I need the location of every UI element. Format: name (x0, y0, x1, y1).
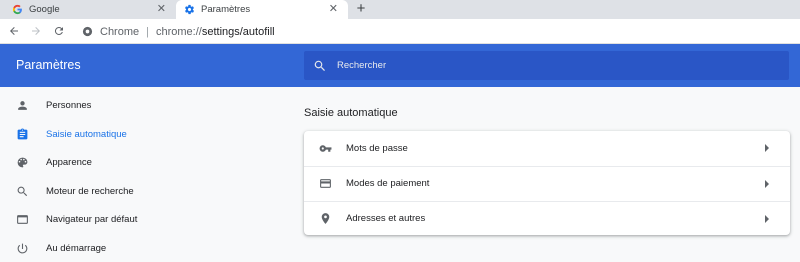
row-modes-de-paiement[interactable]: Modes de paiement (304, 166, 790, 200)
google-g-icon (12, 4, 23, 15)
new-tab-button[interactable]: + (353, 0, 369, 19)
settings-search-input[interactable]: Rechercher (304, 51, 789, 80)
chevron-right-icon (764, 214, 770, 223)
close-tab-icon[interactable]: ✕ (157, 3, 166, 16)
site-chip: Chrome (100, 25, 140, 38)
palette-icon (15, 155, 29, 169)
chip-separator: | (146, 25, 149, 38)
person-icon (15, 98, 29, 112)
row-adresses-et-autres[interactable]: Adresses et autres (304, 201, 790, 235)
row-label: Adresses et autres (346, 213, 426, 224)
sidebar-item-personnes[interactable]: Personnes (0, 91, 240, 119)
sidebar-item-label: Moteur de recherche (46, 185, 134, 197)
autofill-card: Mots de passe Modes de paiement Adresses… (304, 131, 790, 235)
url-scheme: chrome:// (155, 25, 202, 38)
chrome-page-icon (82, 26, 93, 37)
browser-toolbar: Chrome | chrome:// settings/autofill (0, 19, 800, 44)
page-title: Paramètres (16, 58, 81, 72)
sidebar-item-label: Personnes (46, 99, 92, 111)
key-icon (318, 141, 332, 155)
url-path: settings/autofill (201, 25, 275, 38)
section-title: Saisie automatique (304, 107, 398, 119)
credit-card-icon (318, 177, 332, 191)
tab-title: Google (29, 4, 60, 15)
clipboard-icon (15, 127, 29, 141)
browser-window-icon (15, 212, 29, 226)
forward-arrow-icon[interactable] (28, 23, 44, 39)
address-bar[interactable]: Chrome | chrome:// settings/autofill (76, 21, 800, 42)
close-tab-icon[interactable]: ✕ (329, 3, 338, 16)
location-pin-icon (318, 212, 332, 226)
sidebar-item-moteur-de-recherche[interactable]: Moteur de recherche (0, 177, 240, 205)
sidebar-item-label: Au démarrage (46, 242, 107, 254)
tab-strip: Google ✕ Paramètres ✕ + (0, 0, 800, 19)
sidebar-item-label: Apparence (46, 156, 92, 168)
search-icon (15, 184, 29, 198)
sidebar-item-label: Saisie automatique (46, 128, 127, 140)
reload-icon[interactable] (51, 23, 67, 39)
chevron-right-icon (764, 179, 770, 188)
sidebar-item-navigateur-par-defaut[interactable]: Navigateur par défaut (0, 205, 240, 233)
settings-gear-icon (184, 4, 195, 15)
search-placeholder: Rechercher (337, 60, 387, 71)
row-label: Modes de paiement (346, 178, 430, 189)
settings-sidebar: Personnes Saisie automatique Apparence M… (0, 87, 240, 258)
settings-header: Paramètres Rechercher (0, 44, 800, 87)
row-mots-de-passe[interactable]: Mots de passe (304, 131, 790, 165)
sidebar-item-label: Navigateur par défaut (46, 213, 138, 225)
sidebar-item-apparence[interactable]: Apparence (0, 148, 240, 176)
back-arrow-icon[interactable] (6, 23, 22, 39)
chevron-right-icon (764, 144, 770, 152)
tab-title: Paramètres (201, 4, 251, 15)
sidebar-item-saisie-automatique[interactable]: Saisie automatique (0, 120, 240, 148)
tab-google[interactable]: Google ✕ (0, 0, 176, 19)
search-icon (313, 59, 327, 73)
row-label: Mots de passe (346, 142, 408, 154)
tab-settings[interactable]: Paramètres ✕ (176, 0, 348, 19)
power-icon (15, 241, 29, 255)
